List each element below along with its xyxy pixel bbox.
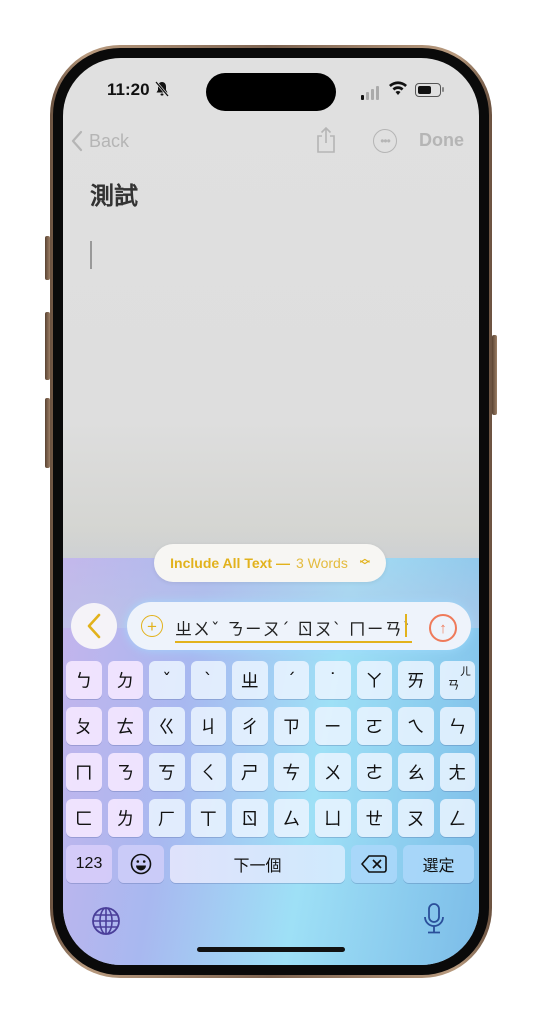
select-key[interactable]: 選定 <box>403 845 474 883</box>
keyboard-row-3: ㄇ ㄋ ㄎ ㄑ ㄕ ㄘ ㄨ ㄜ ㄠ ㄤ <box>66 753 476 791</box>
done-button[interactable]: Done <box>419 130 464 151</box>
share-icon[interactable] <box>315 126 337 159</box>
key[interactable]: ㄔ <box>232 707 268 745</box>
globe-icon[interactable] <box>91 906 121 941</box>
key[interactable]: ㄓ <box>232 661 268 699</box>
key[interactable]: ㄜ <box>356 753 392 791</box>
back-label: Back <box>89 130 130 151</box>
keyboard-function-row: 123 下一個 選定 <box>66 845 476 883</box>
home-indicator[interactable] <box>197 947 345 952</box>
arrow-up-circle-icon[interactable]: ↑ <box>429 614 457 642</box>
ellipsis-circle-icon[interactable]: ••• <box>373 129 397 153</box>
key[interactable]: ㄖ <box>232 799 268 837</box>
key[interactable]: ㄝ <box>356 799 392 837</box>
key[interactable]: ㄠ <box>398 753 434 791</box>
wifi-icon <box>388 80 408 101</box>
keyboard-row-4: ㄈ ㄌ ㄏ ㄒ ㄖ ㄙ ㄩ ㄝ ㄡ ㄥ <box>66 799 476 837</box>
key-alternate: ㄦ <box>460 665 471 678</box>
key[interactable]: ㄞ <box>398 661 434 699</box>
key-primary: ㄢ <box>447 678 460 692</box>
emoji-key[interactable] <box>118 845 164 883</box>
key[interactable]: ㄐ <box>190 707 226 745</box>
numbers-key[interactable]: 123 <box>66 845 112 883</box>
status-time: 11:20 <box>107 80 150 99</box>
screen: 11:20 Back ••• Done 測試 Include All Text … <box>63 58 479 965</box>
delete-icon <box>361 855 387 873</box>
key[interactable]: ˇ <box>149 661 185 699</box>
volume-down-button <box>45 398 50 468</box>
scope-selector[interactable]: Include All Text — 3 Words ︿ ﹀ <box>154 544 386 582</box>
note-title[interactable]: 測試 <box>90 176 138 211</box>
power-button <box>492 335 497 415</box>
dynamic-island <box>206 73 336 111</box>
next-candidate-key[interactable]: 下一個 <box>170 845 345 883</box>
key[interactable]: ㄚ <box>356 661 392 699</box>
key[interactable]: ㄉ <box>107 661 143 699</box>
action-button <box>45 236 50 280</box>
key[interactable]: ㄇ <box>66 753 102 791</box>
zhuyin-keyboard: ㄅ ㄉ ˇ ˋ ㄓ ˊ ˙ ㄚ ㄞ ㄢ ㄦ ㄆ ㄊ ㄍ ㄐ ㄔ ㄗ ㄧ ㄛ ㄟ … <box>66 661 476 883</box>
battery-icon <box>415 83 444 97</box>
key[interactable]: ㄟ <box>398 707 434 745</box>
key[interactable]: ㄕ <box>232 753 268 791</box>
key[interactable]: ㄣ <box>439 707 475 745</box>
key[interactable]: ㄥ <box>439 799 475 837</box>
key[interactable]: ㄏ <box>149 799 185 837</box>
key[interactable]: ㄒ <box>190 799 226 837</box>
input-value[interactable]: ㄓㄨˇ ㄋㄧㄡˊ ㄖㄡˋ ㄇㄧㄢˋ <box>175 615 413 643</box>
plus-circle-icon[interactable]: + <box>141 615 163 637</box>
key[interactable]: ㄊ <box>107 707 143 745</box>
key[interactable]: ˙ <box>315 661 351 699</box>
key[interactable]: ˊ <box>273 661 309 699</box>
chevron-up-down-icon: ︿ ﹀ <box>359 554 370 572</box>
key[interactable]: ㄆ <box>66 707 102 745</box>
key[interactable]: ㄤ <box>439 753 475 791</box>
bell-slash-icon <box>155 81 169 100</box>
delete-key[interactable] <box>351 845 397 883</box>
scope-count: 3 Words <box>295 555 348 571</box>
key[interactable]: ㄅ <box>66 661 102 699</box>
key[interactable]: ㄈ <box>66 799 102 837</box>
key[interactable]: ㄗ <box>273 707 309 745</box>
emoji-icon <box>130 853 152 875</box>
writing-tools-back-button[interactable] <box>71 603 117 649</box>
key[interactable]: ㄛ <box>356 707 392 745</box>
key[interactable]: ㄋ <box>107 753 143 791</box>
key[interactable]: ㄌ <box>107 799 143 837</box>
key[interactable]: ㄧ <box>315 707 351 745</box>
microphone-icon[interactable] <box>423 902 445 941</box>
back-button[interactable]: Back <box>71 130 129 152</box>
describe-change-input[interactable]: + ㄓㄨˇ ㄋㄧㄡˊ ㄖㄡˋ ㄇㄧㄢˋ ↑ <box>127 602 471 650</box>
key[interactable]: ㄡ <box>398 799 434 837</box>
chevron-left-icon <box>71 130 83 152</box>
volume-up-button <box>45 312 50 380</box>
keyboard-row-1: ㄅ ㄉ ˇ ˋ ㄓ ˊ ˙ ㄚ ㄞ ㄢ ㄦ <box>66 661 476 699</box>
input-caret <box>405 614 407 637</box>
cellular-signal-icon <box>361 86 379 100</box>
key[interactable]: ˋ <box>190 661 226 699</box>
key[interactable]: ㄨ <box>315 753 351 791</box>
key-an-er[interactable]: ㄢ ㄦ <box>439 661 475 699</box>
key[interactable]: ㄎ <box>149 753 185 791</box>
key[interactable]: ㄩ <box>315 799 351 837</box>
scope-label: Include All Text — <box>170 555 290 571</box>
chevron-left-icon <box>87 613 101 639</box>
nav-bar: Back ••• Done <box>63 126 479 156</box>
key[interactable]: ㄙ <box>273 799 309 837</box>
text-caret <box>90 241 92 269</box>
key[interactable]: ㄑ <box>190 753 226 791</box>
keyboard-row-2: ㄆ ㄊ ㄍ ㄐ ㄔ ㄗ ㄧ ㄛ ㄟ ㄣ <box>66 707 476 745</box>
key[interactable]: ㄍ <box>149 707 185 745</box>
key[interactable]: ㄘ <box>273 753 309 791</box>
